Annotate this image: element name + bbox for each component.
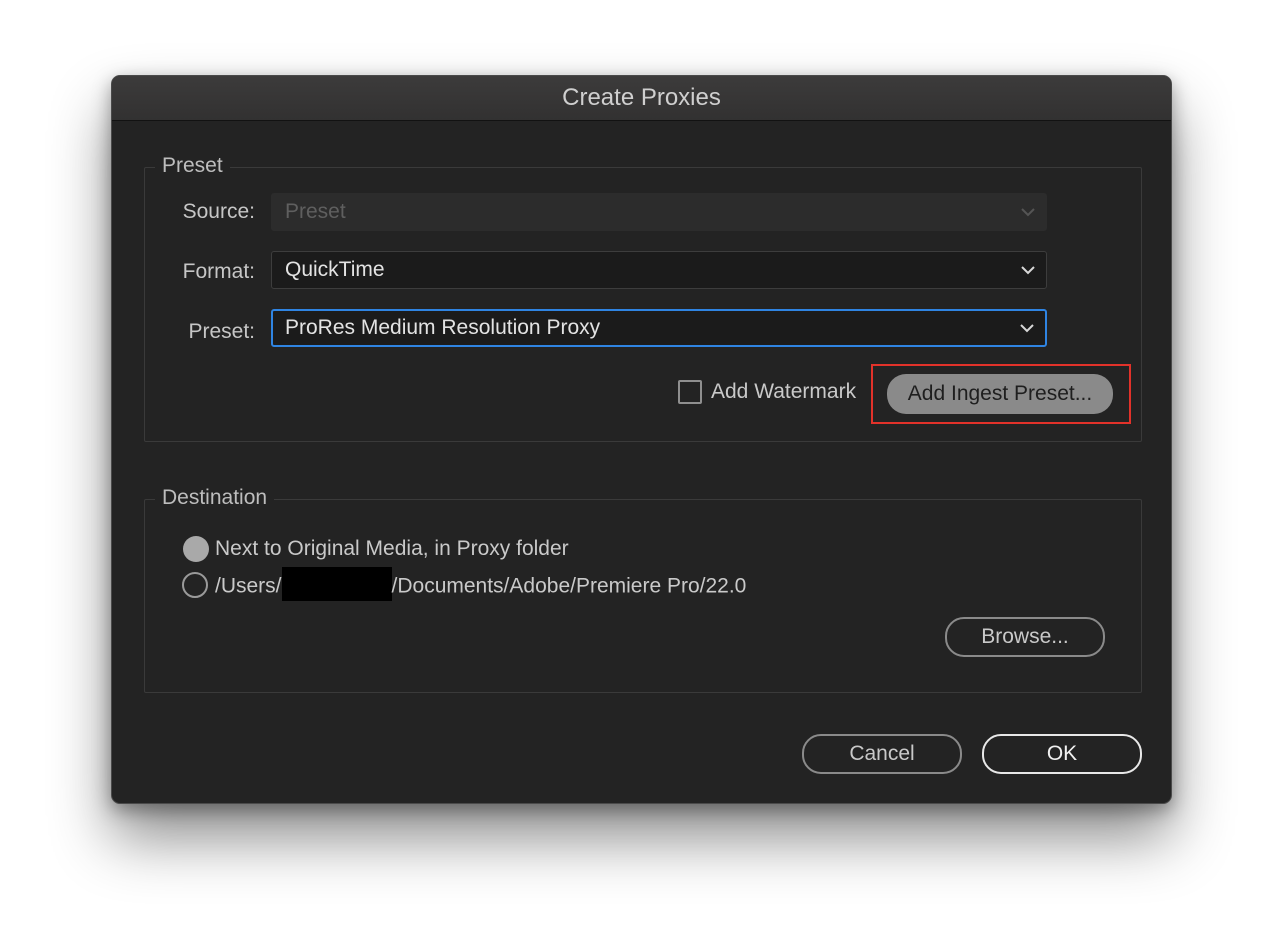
path-prefix: /Users/ bbox=[215, 574, 282, 598]
browse-button[interactable]: Browse... bbox=[945, 617, 1105, 657]
title-bar[interactable]: Create Proxies bbox=[112, 76, 1171, 121]
redacted-username bbox=[281, 567, 392, 601]
radio-icon-unselected[interactable] bbox=[182, 572, 208, 598]
preset-group: Preset Source: Preset Format: QuickTime … bbox=[144, 151, 1142, 442]
source-value: Preset bbox=[285, 200, 346, 223]
preset-dropdown[interactable]: ProRes Medium Resolution Proxy bbox=[271, 309, 1047, 347]
chevron-down-icon bbox=[1020, 324, 1034, 333]
source-dropdown: Preset bbox=[271, 193, 1047, 231]
format-value: QuickTime bbox=[285, 258, 385, 281]
chevron-down-icon bbox=[1021, 266, 1035, 275]
add-watermark-checkbox[interactable] bbox=[678, 380, 702, 404]
ok-button[interactable]: OK bbox=[982, 734, 1142, 774]
preset-group-legend: Preset bbox=[155, 151, 230, 181]
preset-value: ProRes Medium Resolution Proxy bbox=[285, 316, 601, 339]
preset-label: Preset: bbox=[188, 320, 255, 343]
custom-path-label[interactable]: /Users/ /Documents/Adobe/Premiere Pro/22.… bbox=[215, 567, 747, 601]
create-proxies-dialog: Create Proxies Preset Source: Preset For… bbox=[111, 75, 1172, 804]
next-to-original-label[interactable]: Next to Original Media, in Proxy folder bbox=[215, 537, 569, 561]
cancel-button[interactable]: Cancel bbox=[802, 734, 962, 774]
format-dropdown[interactable]: QuickTime bbox=[271, 251, 1047, 289]
path-suffix: /Documents/Adobe/Premiere Pro/22.0 bbox=[391, 574, 747, 598]
dialog-title: Create Proxies bbox=[562, 84, 721, 111]
format-label: Format: bbox=[182, 260, 255, 283]
source-label: Source: bbox=[182, 200, 255, 223]
destination-group-legend: Destination bbox=[155, 483, 275, 513]
add-watermark-label[interactable]: Add Watermark bbox=[711, 380, 856, 404]
destination-group: Destination Next to Original Media, in P… bbox=[144, 483, 1142, 693]
chevron-down-icon bbox=[1021, 208, 1035, 217]
radio-icon-selected[interactable] bbox=[183, 536, 209, 562]
add-ingest-preset-button[interactable]: Add Ingest Preset... bbox=[887, 374, 1113, 414]
